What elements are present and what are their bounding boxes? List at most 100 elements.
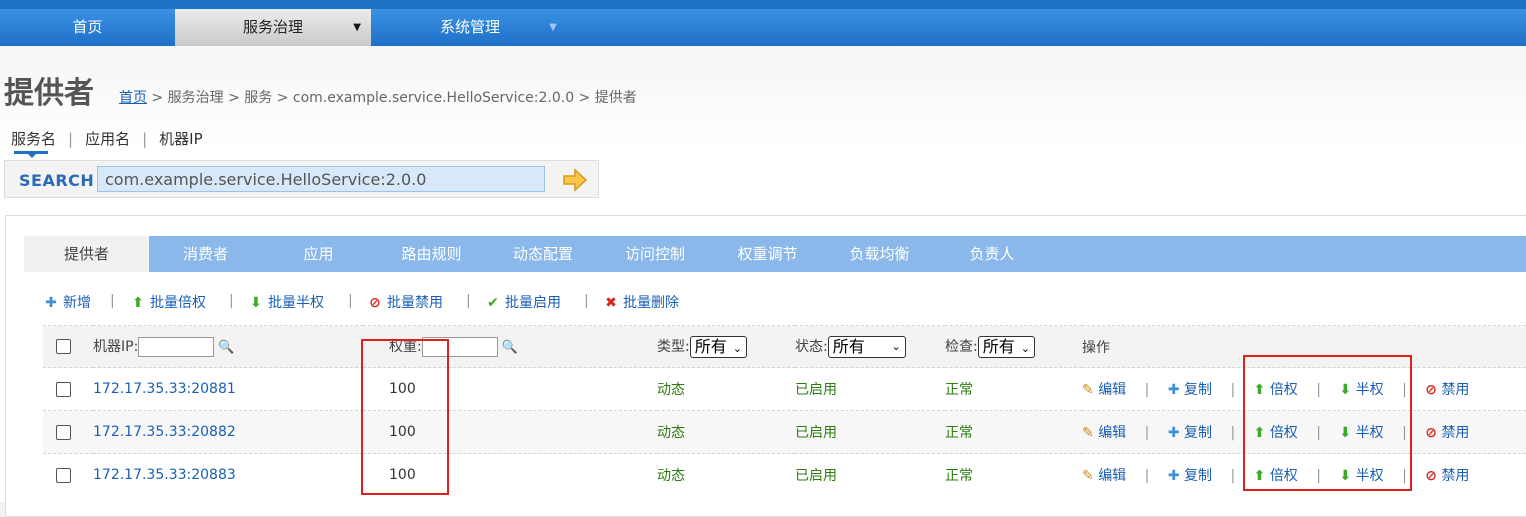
edit-button[interactable]: ✎ 编辑 [1082,425,1126,441]
search-tab-app-name[interactable]: 应用名 [85,130,130,148]
breadcrumb-home-link[interactable]: 首页 [119,90,147,106]
row-checkbox[interactable] [56,381,71,397]
arrow-down-icon: ⬇ [1339,382,1352,398]
nav-item-system-management[interactable]: 系统管理 ▼ [373,9,567,46]
half-weight-button[interactable]: ⬇ 半权 [1339,425,1383,441]
nav-item-service-governance[interactable]: 服务治理 ▼ [175,9,371,46]
weight-value: 100 [389,467,416,484]
ops-column-label: 操作 [1082,339,1110,356]
tab-owners[interactable]: 负责人 [936,236,1048,272]
type-filter-select[interactable]: 所有 ⌄ [689,335,747,358]
tab-weight-adjust[interactable]: 权重调节 [712,236,823,272]
edit-label: 编辑 [1098,425,1127,441]
half-weight-button[interactable]: ⬇ 半权 [1339,382,1383,398]
batch-double-label: 批量倍权 [150,295,206,311]
pencil-icon: ✎ [1082,468,1094,485]
copy-label: 复制 [1184,382,1212,398]
row-check-cell: 正常 [945,453,1082,497]
row-ip-cell: 172.17.35.33:20883 [93,453,363,497]
disable-button[interactable]: ⊘ 禁用 [1425,468,1469,484]
row-checkbox[interactable] [56,467,71,483]
row-weight-cell: 100 [363,453,657,497]
tab-dynamic-config[interactable]: 动态配置 [488,236,598,272]
tab-routing-rules[interactable]: 路由规则 [375,236,488,272]
row-checkbox-cell [43,453,93,497]
search-tab-service-name[interactable]: 服务名 [11,130,56,148]
add-button[interactable]: ✚ 新增 [44,292,91,312]
copy-button[interactable]: ✚ 复制 [1168,382,1212,398]
search-tab-machine-ip[interactable]: 机器IP [159,130,202,148]
batch-enable-button[interactable]: ✔ 批量启用 [486,292,561,312]
batch-half-weight-button[interactable]: ⬇ 批量半权 [249,292,324,312]
header-ip-cell: 机器IP: 🔍 [93,325,363,368]
half-label: 半权 [1355,468,1384,485]
tab-applications[interactable]: 应用 [262,236,375,272]
ops-separator: | [1316,468,1321,485]
disable-label: 禁用 [1441,425,1470,441]
disable-button[interactable]: ⊘ 禁用 [1425,425,1469,441]
double-label: 倍权 [1269,468,1298,485]
copy-button[interactable]: ✚ 复制 [1168,425,1212,441]
disable-button[interactable]: ⊘ 禁用 [1425,382,1469,398]
toolbar-separator: | [466,293,471,309]
double-weight-button[interactable]: ⬆ 倍权 [1254,425,1298,441]
search-input[interactable] [97,166,545,192]
status-filter-select[interactable]: 所有 ⌄ [827,335,906,358]
row-ops-cell: ✎ 编辑 | ✚ 复制 | ⬆ 倍权 | ⬇ 半权 | ⊘ 禁用 [1082,453,1526,497]
edit-button[interactable]: ✎ 编辑 [1082,382,1126,398]
batch-delete-button[interactable]: ✖ 批量删除 [604,292,679,312]
search-bar: SEARCH [4,160,599,198]
type-value: 动态 [657,425,685,441]
tab-load-balance[interactable]: 负载均衡 [823,236,936,272]
tab-consumers[interactable]: 消费者 [149,236,262,272]
check-value: 正常 [945,382,973,398]
ip-filter-input[interactable] [138,337,215,357]
ip-filter-label: 机器IP: [93,339,139,355]
batch-half-label: 批量半权 [268,295,324,311]
chevron-down-icon: ⌄ [732,341,742,355]
table-row: 172.17.35.33:20883 100 动态 已启用 正常 ✎ 编辑 | … [43,453,1526,497]
select-all-checkbox[interactable] [56,339,71,354]
breadcrumb: 首页 > 服务治理 > 服务 > com.example.service.Hel… [119,87,637,107]
pencil-icon: ✎ [1082,382,1094,398]
ops-separator: | [1316,382,1321,398]
provider-ip-link[interactable]: 172.17.35.33:20882 [93,424,236,440]
row-check-cell: 正常 [945,410,1082,454]
type-value: 动态 [657,382,685,398]
double-weight-button[interactable]: ⬆ 倍权 [1254,468,1298,484]
row-type-cell: 动态 [657,453,795,497]
header-check-cell: 检查: 所有 ⌄ [945,325,1082,368]
copy-label: 复制 [1184,425,1212,441]
double-label: 倍权 [1269,425,1298,441]
ops-separator: | [1144,425,1150,441]
half-label: 半权 [1355,382,1384,398]
row-status-cell: 已启用 [795,453,945,497]
main-nav: 首页 服务治理 ▼ 系统管理 ▼ [0,9,1526,46]
plus-icon: ✚ [1167,468,1180,485]
copy-button[interactable]: ✚ 复制 [1168,468,1212,484]
ops-separator: | [1144,382,1150,398]
batch-double-weight-button[interactable]: ⬆ 批量倍权 [131,292,206,312]
weight-filter-input[interactable] [421,337,498,357]
arrow-right-icon[interactable] [561,167,589,193]
double-weight-button[interactable]: ⬆ 倍权 [1254,382,1298,398]
provider-ip-link[interactable]: 172.17.35.33:20883 [93,467,236,483]
ops-separator: | [1144,468,1150,485]
edit-button[interactable]: ✎ 编辑 [1082,468,1126,484]
half-weight-button[interactable]: ⬇ 半权 [1339,468,1383,484]
row-checkbox[interactable] [56,424,71,440]
provider-ip-link[interactable]: 172.17.35.33:20881 [93,381,236,397]
chevron-down-icon: ▼ [549,22,557,33]
arrow-up-icon: ⬆ [1253,382,1266,398]
ops-separator: | [1402,468,1407,485]
tab-providers[interactable]: 提供者 [24,236,149,272]
toolbar-separator: | [229,293,234,309]
check-filter-select[interactable]: 所有 ⌄ [977,335,1035,358]
ops-separator: | [1230,425,1236,441]
weight-filter-label: 权重: [389,339,422,355]
batch-disable-button[interactable]: ⊘ 批量禁用 [368,292,443,312]
search-icon[interactable]: 🔍 [502,340,518,355]
nav-item-home[interactable]: 首页 [0,9,175,46]
tab-access-control[interactable]: 访问控制 [598,236,712,272]
search-icon[interactable]: 🔍 [218,340,234,355]
